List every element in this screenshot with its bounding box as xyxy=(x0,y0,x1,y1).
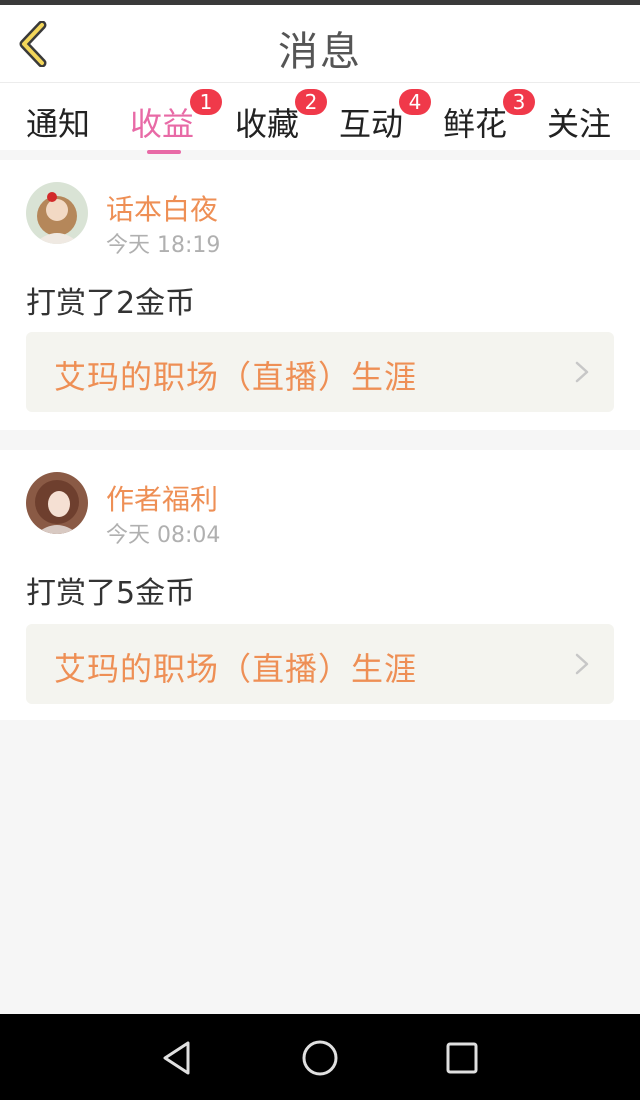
recents-square-icon xyxy=(446,1042,478,1074)
message-text: 打赏了5金币 xyxy=(26,576,196,611)
message-card: 话本白夜 今天 18:19 打赏了2金币 艾玛的职场（直播）生涯 xyxy=(0,160,640,430)
chevron-right-icon xyxy=(575,653,589,675)
tab-badge: 3 xyxy=(503,89,535,115)
tab-notifications[interactable]: 通知 xyxy=(26,99,90,145)
message-card: 作者福利 今天 08:04 打赏了5金币 艾玛的职场（直播）生涯 xyxy=(0,450,640,720)
avatar[interactable] xyxy=(26,182,88,244)
tab-badge: 1 xyxy=(190,89,222,115)
home-circle-icon xyxy=(302,1040,338,1076)
nav-home-button[interactable] xyxy=(300,1038,340,1078)
tab-following[interactable]: 关注 xyxy=(547,99,611,145)
chevron-right-icon xyxy=(575,361,589,383)
user-name[interactable]: 作者福利 xyxy=(106,478,218,518)
avatar-image xyxy=(26,182,88,244)
avatar[interactable] xyxy=(26,472,88,534)
tab-label: 通知 xyxy=(26,105,91,143)
user-name[interactable]: 话本白夜 xyxy=(106,188,218,228)
tab-badge: 4 xyxy=(399,89,431,115)
tab-label: 互动 xyxy=(339,105,404,143)
story-link[interactable]: 艾玛的职场（直播）生涯 xyxy=(26,332,614,412)
tab-label: 收益 xyxy=(130,105,195,143)
timestamp: 今天 18:19 xyxy=(106,233,221,258)
story-link[interactable]: 艾玛的职场（直播）生涯 xyxy=(26,624,614,704)
message-text: 打赏了2金币 xyxy=(26,286,196,321)
tab-favorites[interactable]: 收藏 2 xyxy=(235,89,327,145)
nav-back-button[interactable] xyxy=(158,1038,198,1078)
tab-label: 收藏 xyxy=(235,105,300,143)
avatar-image xyxy=(26,472,88,534)
tab-earnings[interactable]: 收益 1 xyxy=(130,89,222,154)
tab-label: 鲜花 xyxy=(443,105,508,143)
tab-flowers[interactable]: 鲜花 3 xyxy=(443,89,535,145)
back-triangle-icon xyxy=(163,1041,190,1075)
active-tab-indicator xyxy=(147,150,181,154)
tab-bar: 通知 收益 1 收藏 2 互动 4 鲜花 3 关注 xyxy=(0,83,640,154)
tab-badge: 2 xyxy=(295,89,327,115)
nav-recents-button[interactable] xyxy=(442,1038,482,1078)
timestamp: 今天 08:04 xyxy=(106,523,221,548)
story-title: 艾玛的职场（直播）生涯 xyxy=(54,358,418,396)
system-navigation-bar xyxy=(0,1014,640,1100)
tab-label: 关注 xyxy=(547,105,612,143)
page-title: 消息 xyxy=(278,29,362,75)
app-header: 消息 xyxy=(0,5,640,83)
story-title: 艾玛的职场（直播）生涯 xyxy=(54,650,418,688)
tab-interactions[interactable]: 互动 4 xyxy=(339,89,431,145)
